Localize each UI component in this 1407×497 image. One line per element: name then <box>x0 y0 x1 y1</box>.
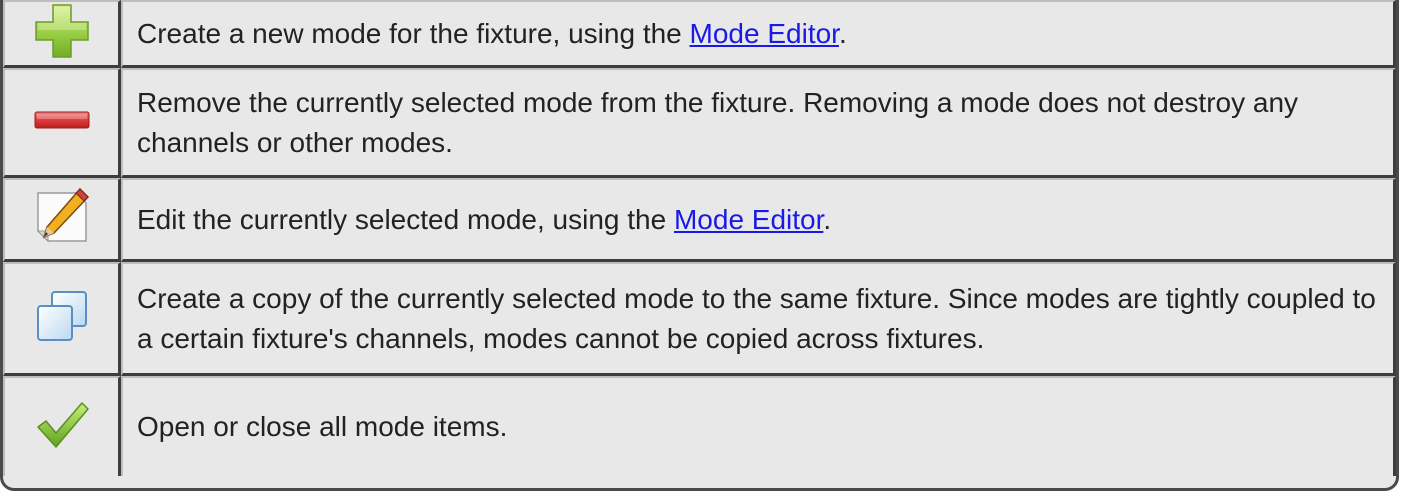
mode-editor-link[interactable]: Mode Editor <box>690 18 839 49</box>
table-row: Open or close all mode items. <box>3 376 1396 476</box>
edit-mode-icon <box>32 187 92 252</box>
description: Open or close all mode items. <box>121 376 1396 476</box>
icon-cell <box>3 0 121 68</box>
description-text: Create a new mode for the fixture, using… <box>137 17 690 49</box>
description: Create a copy of the currently selected … <box>121 262 1396 376</box>
expand-collapse-icon <box>34 397 90 458</box>
table-row: Remove the currently selected mode from … <box>3 68 1396 178</box>
icon-cell <box>3 262 121 376</box>
icon-cell <box>3 178 121 262</box>
table-row: Create a copy of the currently selected … <box>3 262 1396 376</box>
mode-editor-link[interactable]: Mode Editor <box>674 204 823 235</box>
description-text: Edit the currently selected mode, using … <box>137 203 674 235</box>
table-row: Edit the currently selected mode, using … <box>3 178 1396 262</box>
description: Create a new mode for the fixture, using… <box>121 0 1396 68</box>
add-mode-icon <box>33 2 91 65</box>
remove-mode-icon <box>33 108 91 137</box>
description: Remove the currently selected mode from … <box>121 68 1396 178</box>
help-table-frame: Create a new mode for the fixture, using… <box>0 0 1399 491</box>
description: Edit the currently selected mode, using … <box>121 178 1396 262</box>
icon-cell <box>3 68 121 178</box>
description-text-end: . <box>823 203 832 235</box>
description-text-end: . <box>838 17 847 49</box>
table-row: Create a new mode for the fixture, using… <box>3 0 1396 68</box>
mode-toolbar-help-table: Create a new mode for the fixture, using… <box>3 0 1396 476</box>
icon-cell <box>3 376 121 476</box>
copy-mode-icon <box>34 288 90 349</box>
